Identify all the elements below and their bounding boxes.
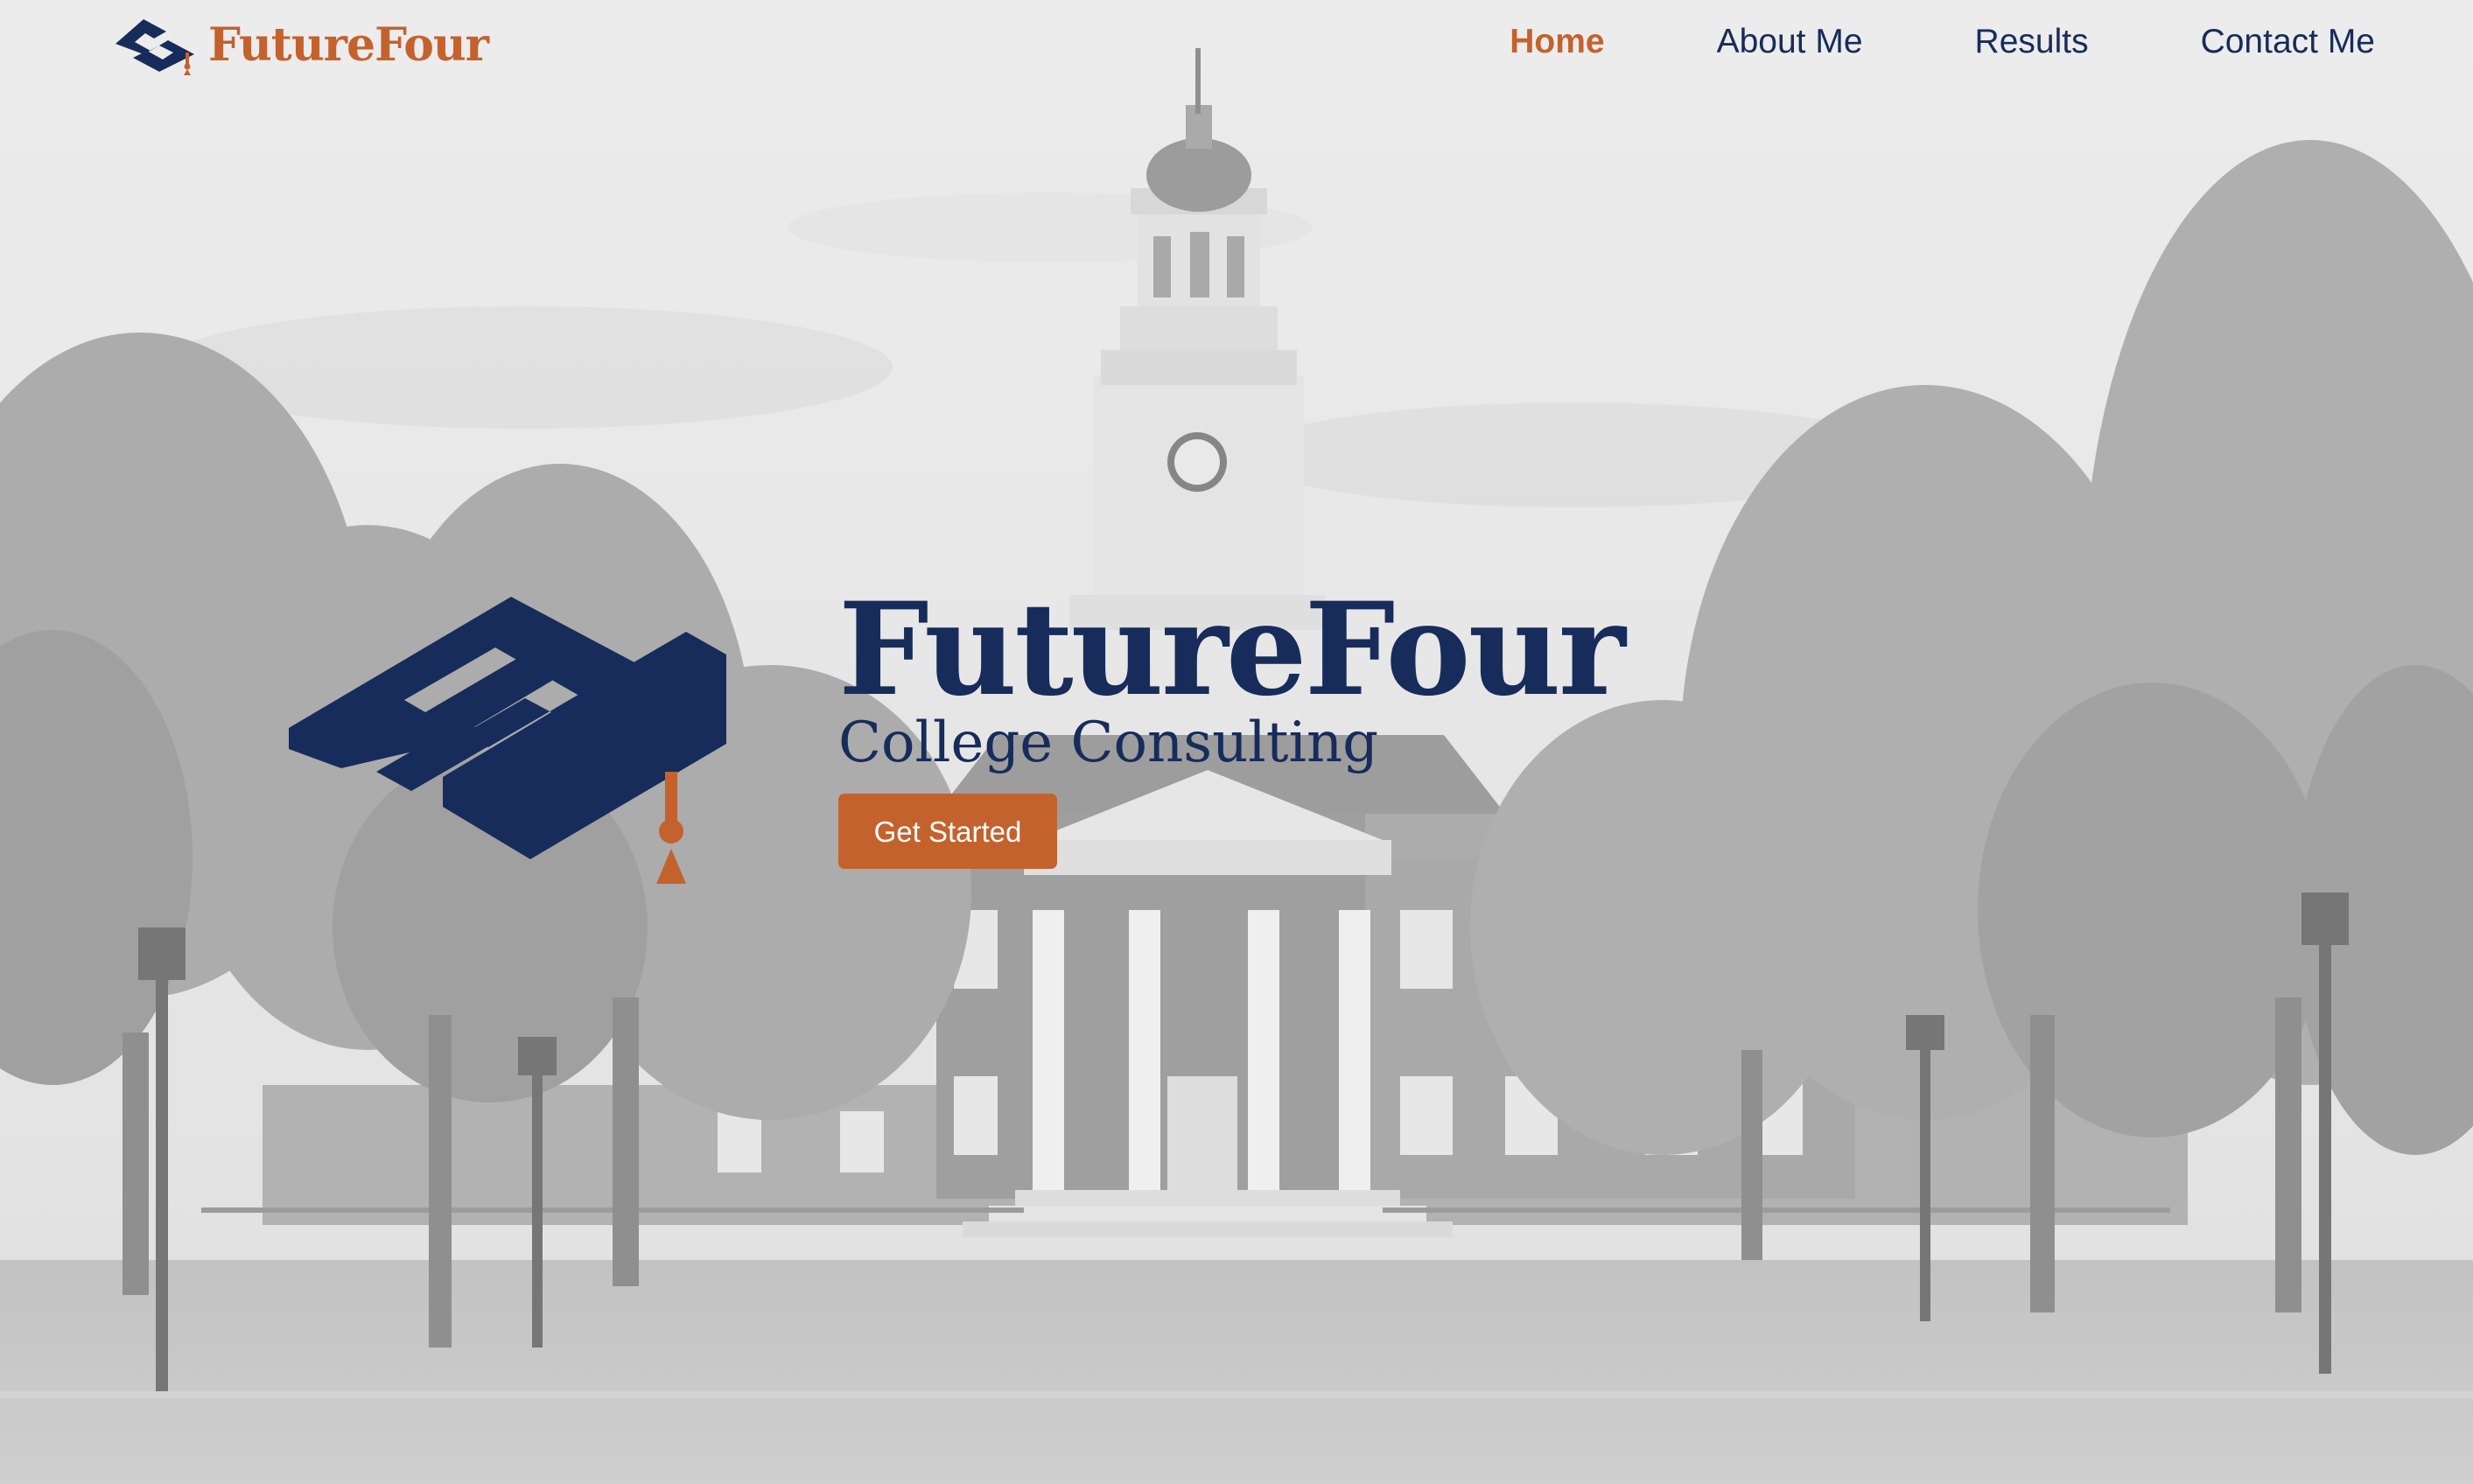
- get-started-button[interactable]: Get Started: [838, 794, 1057, 870]
- nav-home-link[interactable]: Home: [1510, 23, 1604, 61]
- landing-page: FutureFour Home About Me Results Contact…: [0, 0, 2473, 1484]
- nav-contact-me-link[interactable]: Contact Me: [2201, 23, 2375, 61]
- main-nav: Home About Me Results Contact Me: [1398, 23, 2375, 61]
- nav-results-link[interactable]: Results: [1975, 23, 2089, 61]
- top-navigation-bar: FutureFour Home About Me Results Contact…: [0, 0, 2473, 96]
- hero-title: FutureFour: [838, 575, 1626, 724]
- futurefour-logo-icon: [116, 19, 194, 75]
- hero-content: FutureFour College Consulting Get Starte…: [838, 575, 1626, 870]
- nav-about-me-link[interactable]: About Me: [1717, 23, 1863, 61]
- brand-link[interactable]: FutureFour: [112, 14, 489, 75]
- brand-name: FutureFour: [208, 18, 489, 72]
- hero-logo-icon: [289, 597, 726, 884]
